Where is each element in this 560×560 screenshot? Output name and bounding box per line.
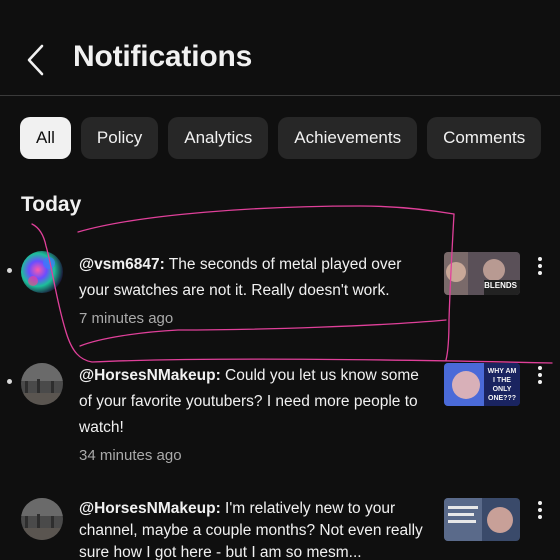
more-options-button[interactable]	[534, 500, 546, 520]
avatar[interactable]	[21, 498, 63, 540]
back-button[interactable]	[22, 40, 50, 80]
chip-comments[interactable]: Comments	[427, 117, 542, 159]
video-thumbnail[interactable]: BLENDS	[444, 252, 520, 295]
video-thumbnail[interactable]: WHY AM I THE ONLY ONE???	[444, 363, 520, 406]
comment-author: @HorsesNMakeup:	[79, 500, 221, 517]
notification-item[interactable]: @HorsesNMakeup: I'm relatively new to yo…	[0, 496, 560, 560]
notification-text: @HorsesNMakeup: Could you let us know so…	[79, 363, 429, 469]
notification-time: 34 minutes ago	[79, 447, 182, 464]
unread-dot	[7, 268, 12, 273]
notification-item[interactable]: @HorsesNMakeup: Could you let us know so…	[0, 361, 560, 471]
more-vert-icon	[538, 257, 542, 275]
avatar[interactable]	[21, 363, 63, 405]
more-options-button[interactable]	[534, 256, 546, 276]
unread-dot	[7, 379, 12, 384]
notification-text: @HorsesNMakeup: I'm relatively new to yo…	[79, 498, 429, 560]
avatar[interactable]	[21, 251, 63, 293]
chevron-left-icon	[27, 44, 44, 76]
page-title: Notifications	[73, 40, 253, 73]
chip-analytics[interactable]: Analytics	[168, 117, 269, 159]
comment-author: @HorsesNMakeup:	[79, 367, 221, 384]
thumbnail-text: BLENDS	[484, 281, 517, 290]
chip-policy[interactable]: Policy	[80, 117, 159, 159]
more-vert-icon	[538, 501, 542, 519]
comment-author: @vsm6847:	[79, 256, 165, 273]
more-vert-icon	[538, 366, 542, 384]
notification-item[interactable]: @vsm6847: The seconds of metal played ov…	[0, 250, 560, 340]
app-header: Notifications	[0, 0, 560, 96]
section-title-today: Today	[21, 193, 82, 216]
chip-achievements[interactable]: Achievements	[278, 117, 418, 159]
thumbnail-text: WHY AM I THE ONLY ONE???	[487, 368, 517, 402]
video-thumbnail[interactable]	[444, 498, 520, 541]
notification-text: @vsm6847: The seconds of metal played ov…	[79, 252, 429, 332]
filter-chips: All Policy Analytics Achievements Commen…	[20, 117, 542, 159]
more-options-button[interactable]	[534, 365, 546, 385]
chip-all[interactable]: All	[20, 117, 71, 159]
notification-time: 7 minutes ago	[79, 310, 174, 327]
